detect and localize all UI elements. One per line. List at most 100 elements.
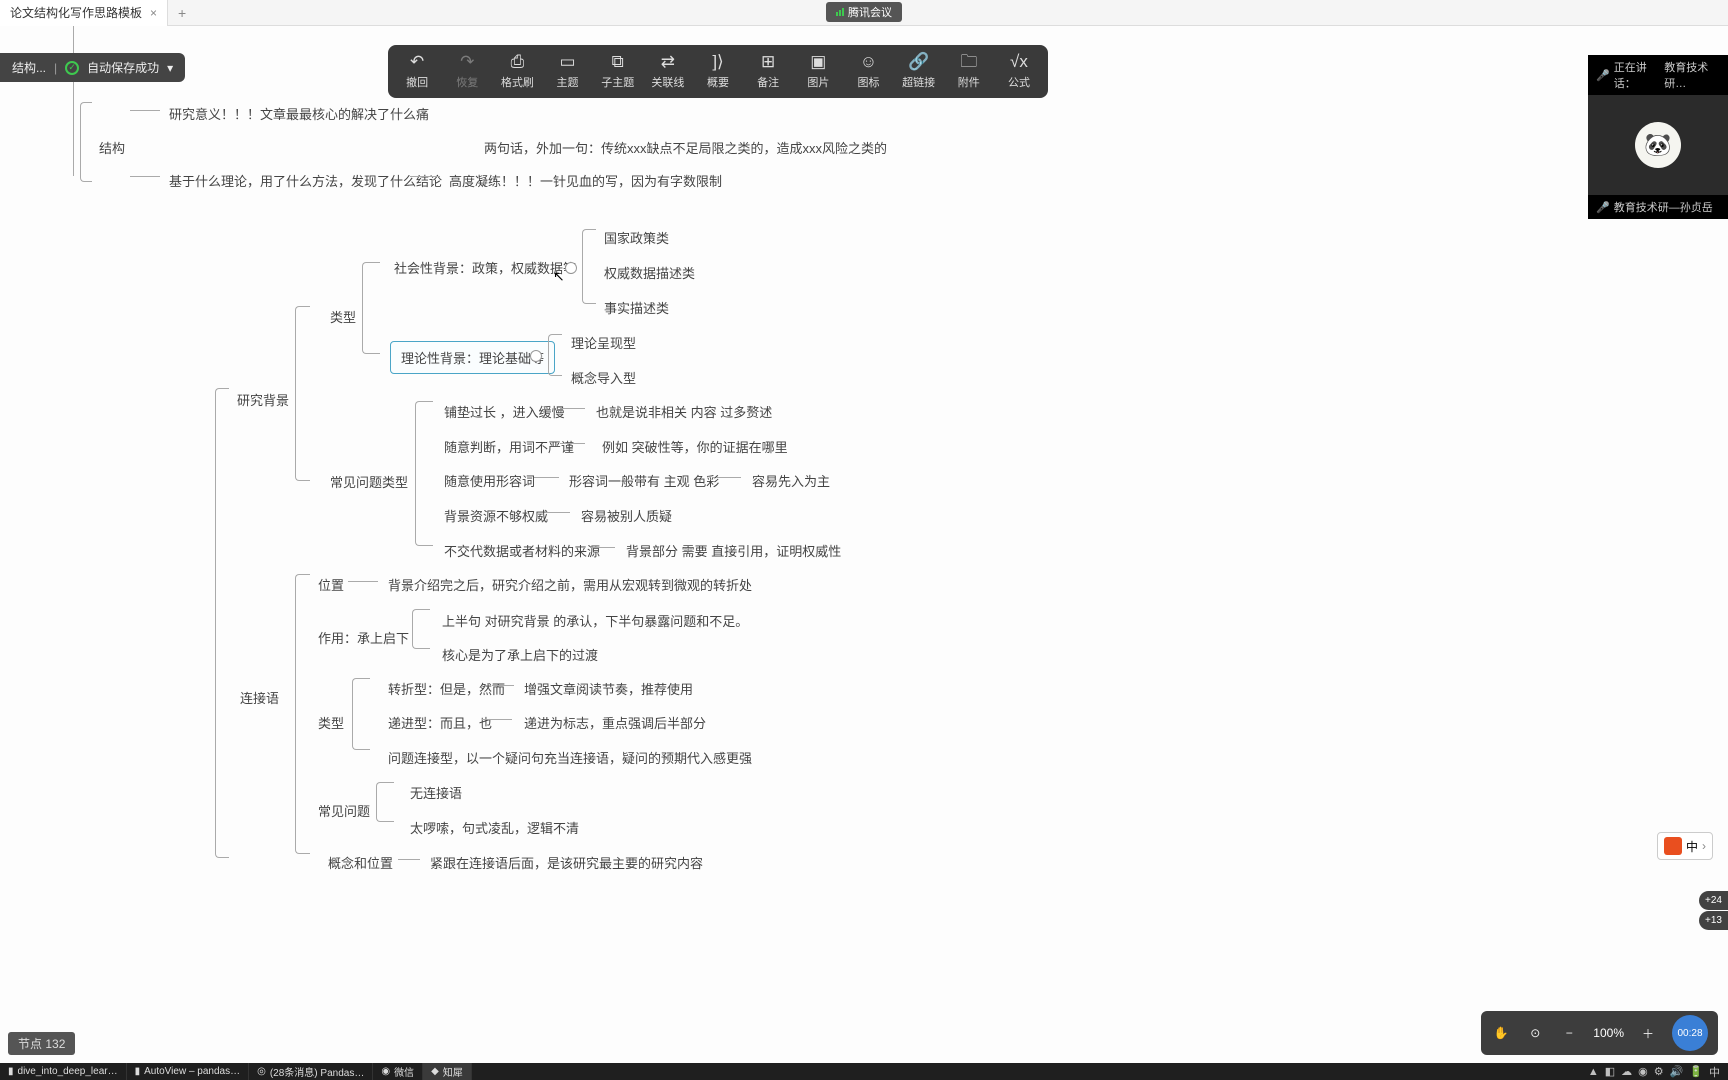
node-ct2[interactable]: 递进型：而且，也	[384, 711, 496, 734]
node-p2[interactable]: 随意判断，用词不严谨	[440, 435, 578, 458]
icon-button[interactable]: ☺图标	[843, 51, 893, 92]
node-cp1[interactable]: 无连接语	[406, 781, 466, 804]
zoom-in-button[interactable]: ＋	[1638, 1023, 1658, 1043]
node-p3d[interactable]: 形容词一般带有 主观 色彩	[565, 469, 723, 492]
node-p3d2[interactable]: 容易先入为主	[748, 469, 834, 492]
taskbar-item[interactable]: ◎(28条消息) Pandas…	[249, 1063, 373, 1080]
node-method[interactable]: 基于什么理论，用了什么方法，发现了什么结论	[165, 169, 446, 192]
node-p2d[interactable]: 例如 突破性等，你的证据在哪里	[598, 435, 792, 458]
node-ct1d[interactable]: 增强文章阅读节奏，推荐使用	[520, 677, 697, 700]
node-function[interactable]: 作用：承上启下	[314, 626, 413, 649]
node-refine[interactable]: 高度凝练！！！一针见血的写，因为有字数限制	[445, 169, 726, 192]
taskbar-item[interactable]: ◆知犀	[423, 1063, 472, 1080]
ime-indicator[interactable]: 中 ›	[1657, 832, 1713, 860]
summary-button[interactable]: ]⟩概要	[693, 51, 743, 92]
node-common-problems[interactable]: 常见问题类型	[326, 470, 412, 493]
taskbar-item[interactable]: ▮dive_into_deep_lear…	[0, 1063, 127, 1080]
node-f1[interactable]: 上半句 对研究背景 的承认，下半句暴露问题和不足。	[438, 609, 752, 632]
node-policy[interactable]: 国家政策类	[600, 226, 673, 249]
collapse-toggle[interactable]	[565, 262, 577, 274]
node-auth-data[interactable]: 权威数据描述类	[600, 261, 699, 284]
node-significance[interactable]: 研究意义！！！文章最最核心的解决了什么痛	[165, 102, 433, 125]
note-button[interactable]: ⊞备注	[743, 51, 793, 92]
node-structure[interactable]: 结构	[95, 136, 129, 159]
node-position[interactable]: 位置	[314, 573, 348, 596]
meeting-video-tile[interactable]: 🐼	[1588, 95, 1728, 195]
node-concept-intro[interactable]: 概念导入型	[567, 366, 640, 389]
taskbar-item[interactable]: ▮AutoView – pandas…	[127, 1063, 250, 1080]
node-p3[interactable]: 随意使用形容词	[440, 469, 539, 492]
system-tray[interactable]: ▲ ◧ ☁ ◉ ⚙ 🔊 🔋 中	[1588, 1064, 1728, 1080]
topic-button[interactable]: ▭主题	[542, 51, 592, 92]
node-background[interactable]: 研究背景	[233, 388, 293, 411]
mic-icon: 🎤	[1596, 201, 1610, 214]
chevron-down-icon[interactable]: ▾	[167, 61, 173, 75]
topic-icon: ▭	[560, 53, 576, 70]
title-bar: 结构... | 自动保存成功 ▾	[0, 53, 185, 82]
hand-tool-icon[interactable]: ✋	[1491, 1023, 1511, 1043]
node-p4d[interactable]: 容易被别人质疑	[577, 504, 676, 527]
chrome-icon: ◎	[257, 1066, 266, 1077]
node-p1[interactable]: 铺垫过长 ，进入缓慢	[440, 400, 569, 423]
link-icon: 🔗	[908, 53, 929, 70]
node-ct2d[interactable]: 递进为标志，重点强调后半部分	[520, 711, 710, 734]
node-fact-desc[interactable]: 事实描述类	[600, 296, 673, 319]
formula-button[interactable]: √x公式	[994, 51, 1044, 92]
autosave-check-icon	[65, 61, 79, 75]
zoom-out-button[interactable]: −	[1559, 1023, 1579, 1043]
node-cp2[interactable]: 太啰嗦，句式凌乱，逻辑不清	[406, 816, 583, 839]
tray-icon[interactable]: 🔊	[1670, 1065, 1684, 1078]
node-type[interactable]: 类型	[326, 305, 360, 328]
collapse-toggle[interactable]	[530, 350, 542, 362]
subtopic-button[interactable]: ⧉子主题	[593, 51, 643, 92]
node-concept-pos[interactable]: 概念和位置	[324, 851, 397, 874]
undo-button[interactable]: ↶撤回	[392, 51, 442, 92]
undo-icon: ↶	[410, 53, 424, 70]
tencent-meeting-badge[interactable]: 腾讯会议	[826, 2, 902, 22]
tray-icon[interactable]: ▲	[1588, 1066, 1599, 1078]
image-button[interactable]: ▣图片	[793, 51, 843, 92]
node-two-sentences[interactable]: 两句话，外加一句：传统xxx缺点不足局限之类的，造成xxx风险之类的	[480, 136, 891, 159]
tray-icon[interactable]: 中	[1709, 1064, 1720, 1080]
meeting-panel[interactable]: 🎤 正在讲话： 教育技术研… 🐼 🎤 教育技术研—孙贞岳	[1588, 55, 1728, 219]
meeting-participant-name: 🎤 教育技术研—孙贞岳	[1588, 195, 1728, 219]
node-position-d[interactable]: 背景介绍完之后，研究介绍之前，需用从宏观转到微观的转折处	[384, 573, 756, 596]
format-painter-button[interactable]: ⎙格式刷	[492, 51, 542, 92]
record-timer[interactable]: 00:28	[1672, 1015, 1708, 1051]
node-theory-present[interactable]: 理论呈现型	[567, 331, 640, 354]
relation-button[interactable]: ⇄关联线	[643, 51, 693, 92]
tray-icon[interactable]: 🔋	[1689, 1065, 1703, 1078]
node-f2[interactable]: 核心是为了承上启下的过渡	[438, 643, 602, 666]
node-conn-type[interactable]: 类型	[314, 711, 348, 734]
chevron-right-icon: ›	[1702, 839, 1706, 853]
tray-icon[interactable]: ☁	[1621, 1065, 1632, 1078]
node-p5d[interactable]: 背景部分 需要 直接引用，证明权威性	[622, 539, 845, 562]
node-concept-pos-d[interactable]: 紧跟在连接语后面，是该研究最主要的研究内容	[426, 851, 707, 874]
taskbar-item[interactable]: ◉微信	[373, 1063, 423, 1080]
node-ct3[interactable]: 问题连接型，以一个疑问句充当连接语，疑问的预期代入感更强	[384, 746, 756, 769]
side-pill-a[interactable]: +24	[1699, 891, 1728, 910]
redo-button[interactable]: ↷恢复	[442, 51, 492, 92]
format-icon: ⎙	[511, 53, 525, 70]
link-button[interactable]: 🔗超链接	[894, 51, 944, 92]
tray-icon[interactable]: ◉	[1638, 1065, 1648, 1078]
attach-button[interactable]: 🗀附件	[944, 51, 994, 92]
document-tab[interactable]: 论文结构化写作思路模板 ×	[0, 0, 168, 26]
node-ct1[interactable]: 转折型：但是，然而	[384, 677, 509, 700]
node-p1d[interactable]: 也就是说非相关 内容 过多赘述	[592, 400, 776, 423]
node-p5[interactable]: 不交代数据或者材料的来源	[440, 539, 604, 562]
node-p4[interactable]: 背景资源不够权威	[440, 504, 552, 527]
mouse-cursor-icon: ↖	[553, 268, 565, 285]
cmd-icon: ▮	[8, 1066, 14, 1077]
close-tab-icon[interactable]: ×	[150, 6, 157, 20]
tray-icon[interactable]: ⚙	[1654, 1065, 1664, 1078]
node-conn-problems[interactable]: 常见问题	[314, 799, 374, 822]
side-pill-b[interactable]: +13	[1699, 911, 1728, 930]
tray-icon[interactable]: ◧	[1605, 1065, 1615, 1078]
mindmap-canvas[interactable]: 结构 研究意义！！！文章最最核心的解决了什么痛 两句话，外加一句：传统xxx缺点…	[0, 26, 1728, 1063]
zoom-level: 100%	[1593, 1026, 1624, 1040]
node-connector[interactable]: 连接语	[236, 686, 283, 709]
locate-icon[interactable]: ⊙	[1525, 1023, 1545, 1043]
add-tab-button[interactable]: +	[168, 5, 196, 21]
node-social-bg[interactable]: 社会性背景：政策，权威数据等	[390, 256, 580, 279]
